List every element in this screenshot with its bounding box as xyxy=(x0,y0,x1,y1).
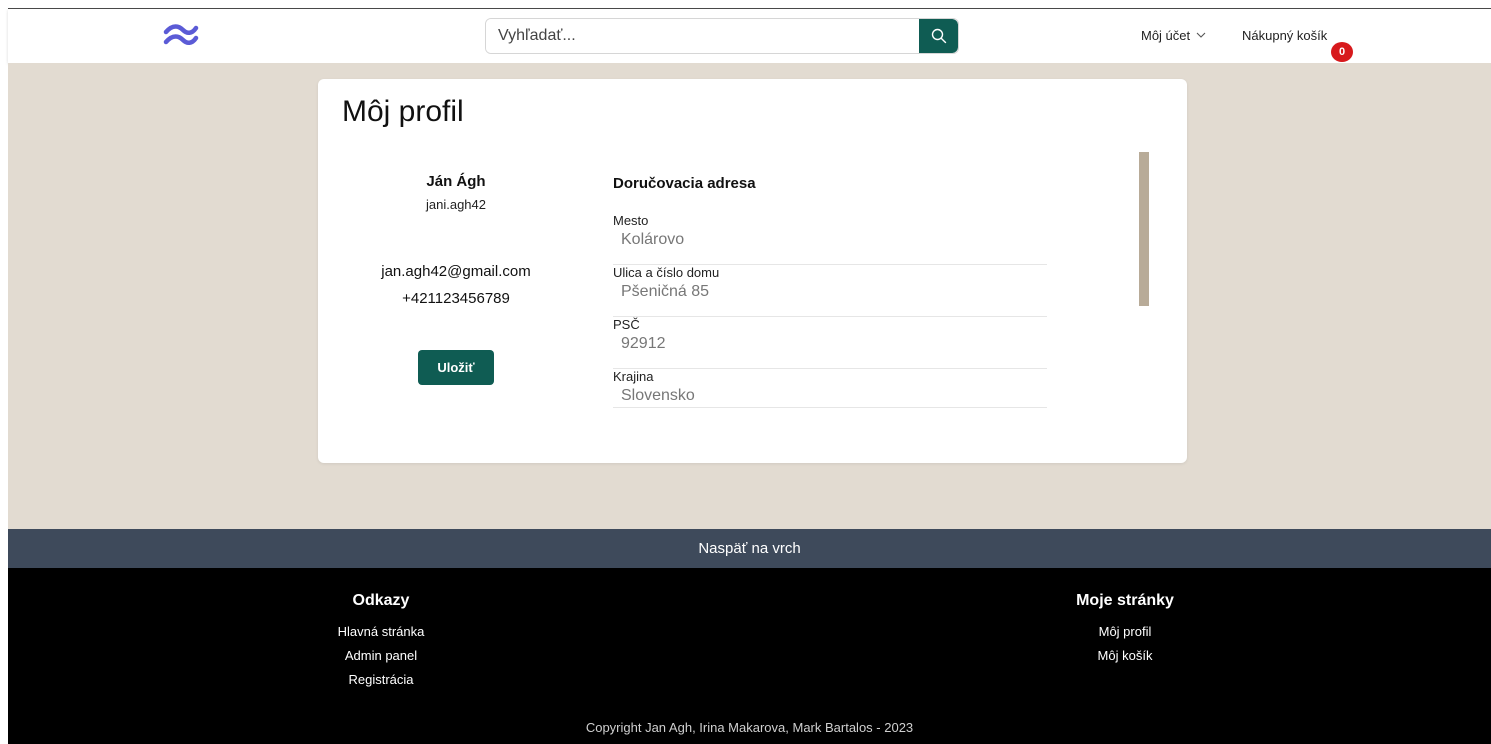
street-label: Ulica a číslo domu xyxy=(613,265,720,280)
user-username: jani.agh42 xyxy=(426,197,486,212)
footer-link-profile[interactable]: Môj profil xyxy=(1025,624,1225,639)
city-value[interactable]: Kolárovo xyxy=(621,231,684,249)
scrollbar-thumb[interactable] xyxy=(1139,152,1149,306)
profile-card: Môj profil Ján Ágh jani.agh42 jan.agh42@… xyxy=(318,79,1187,463)
site-footer: Odkazy Hlavná stránka Admin panel Regist… xyxy=(8,568,1491,744)
logo-icon[interactable] xyxy=(163,22,199,48)
cart-link[interactable]: Nákupný košík xyxy=(1242,28,1327,43)
footer-link-admin[interactable]: Admin panel xyxy=(281,648,481,663)
search-bar xyxy=(485,18,959,54)
user-name: Ján Ágh xyxy=(426,173,486,190)
account-menu[interactable]: Môj účet xyxy=(1141,28,1206,43)
city-label: Mesto xyxy=(613,213,649,228)
user-phone: +421123456789 xyxy=(402,290,510,307)
postal-code-field[interactable]: PSČ 92912 xyxy=(613,317,1047,369)
user-email: jan.agh42@gmail.com xyxy=(381,263,531,280)
footer-link-cart[interactable]: Môj košík xyxy=(1025,648,1225,663)
account-label: Môj účet xyxy=(1141,28,1191,43)
street-value[interactable]: Pšeničná 85 xyxy=(621,283,709,301)
back-to-top-link[interactable]: Naspäť na vrch xyxy=(8,529,1491,568)
footer-link-home[interactable]: Hlavná stránka xyxy=(281,624,481,639)
country-field[interactable]: Krajina Slovensko xyxy=(613,369,1047,408)
country-value[interactable]: Slovensko xyxy=(621,387,695,405)
postal-code-label: PSČ xyxy=(613,317,640,332)
city-field[interactable]: Mesto Kolárovo xyxy=(613,213,1047,265)
copyright-text: Copyright Jan Agh, Irina Makarova, Mark … xyxy=(585,720,914,735)
footer-links-title: Odkazy xyxy=(352,592,410,609)
country-label: Krajina xyxy=(613,369,654,384)
footer-link-registration[interactable]: Registrácia xyxy=(281,672,481,687)
postal-code-value[interactable]: 92912 xyxy=(621,335,666,353)
site-header: Môj účet Nákupný košík 0 xyxy=(8,9,1491,63)
cart-count-badge: 0 xyxy=(1331,42,1353,62)
page-title: Môj profil xyxy=(342,95,464,128)
chevron-down-icon xyxy=(1196,32,1206,38)
search-icon xyxy=(931,28,946,44)
search-input[interactable] xyxy=(486,19,919,53)
search-button[interactable] xyxy=(919,19,958,53)
footer-pages-title: Moje stránky xyxy=(1076,592,1174,609)
street-field[interactable]: Ulica a číslo domu Pšeničná 85 xyxy=(613,265,1047,317)
address-title: Doručovacia adresa xyxy=(613,175,756,192)
save-button[interactable]: Uložiť xyxy=(418,350,494,385)
